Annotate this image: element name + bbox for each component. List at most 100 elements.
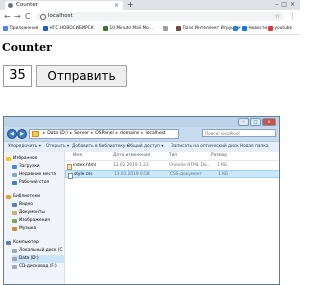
breadcrumb-item[interactable]: localhost xyxy=(146,130,166,138)
nav-label: Видео xyxy=(19,202,33,207)
explorer-back-button[interactable]: ◀ xyxy=(7,129,17,139)
open-menu[interactable]: Открыть ▾ xyxy=(46,142,69,152)
column-size[interactable]: Размер xyxy=(211,152,227,160)
site-icon xyxy=(163,26,168,31)
bookmark-label: Новости xyxy=(248,26,268,31)
breadcrumb-separator: ▸ xyxy=(69,131,73,136)
nav-item-libraries[interactable]: Библиотеки xyxy=(6,193,40,201)
nav-item-video[interactable]: Видео xyxy=(12,201,33,209)
forward-button[interactable]: → xyxy=(14,10,21,23)
news-icon xyxy=(242,26,247,31)
close-tab-icon[interactable]: × xyxy=(114,1,119,10)
drive-icon xyxy=(12,249,17,253)
tab-title: Counter xyxy=(16,2,38,8)
explorer-window: – □ × ◀ ▶ ▸ Data (D:) ▸ Server ▸ OSPanel… xyxy=(3,116,280,285)
breadcrumb-item[interactable]: Server xyxy=(74,130,89,138)
bookmark-item[interactable]: Пазл Интеллект Игрушки xyxy=(176,23,241,34)
breadcrumb-item[interactable]: domains xyxy=(120,130,139,138)
pictures-icon xyxy=(12,219,17,223)
file-type: CSS-документ xyxy=(170,172,202,177)
bookmark-star-icon[interactable]: ☆ xyxy=(275,12,280,21)
minimize-button[interactable]: – xyxy=(238,118,249,126)
file-name: index.html xyxy=(73,163,96,168)
site-icon xyxy=(103,26,108,31)
breadcrumb-item[interactable]: Data (D:) xyxy=(47,130,68,138)
back-button[interactable]: ← xyxy=(4,10,11,23)
file-row[interactable]: style.css 13.01.2019 0:58 CSS-документ 1… xyxy=(65,170,279,179)
counter-value: 35 xyxy=(3,65,32,87)
tab-counter[interactable]: Counter × xyxy=(5,1,123,10)
organize-menu[interactable]: Упорядочить ▾ xyxy=(8,142,41,152)
window-controls[interactable]: –□× xyxy=(275,0,298,10)
nav-item-data-d[interactable]: Data (D:) xyxy=(12,255,64,263)
file-date: 13.01.2019 0:58 xyxy=(114,172,150,177)
nav-item-documents[interactable]: Документы xyxy=(12,209,45,217)
apps-icon xyxy=(3,26,8,31)
explorer-search-input[interactable]: Поиск: localhost xyxy=(202,129,276,137)
bookmark-item[interactable] xyxy=(233,23,240,34)
nav-item-computer[interactable]: Компьютер xyxy=(6,239,39,247)
bookmark-item[interactable]: youtube xyxy=(268,23,292,34)
site-icon xyxy=(176,26,181,31)
nav-item-downloads[interactable]: Загрузки xyxy=(12,163,40,171)
explorer-titlebar[interactable]: – □ × xyxy=(4,117,279,127)
browser-menu-button[interactable]: ⋮ xyxy=(289,10,296,23)
close-button[interactable]: × xyxy=(262,118,276,126)
breadcrumb-separator: ▸ xyxy=(141,131,144,136)
maximize-button[interactable]: □ xyxy=(250,118,261,126)
column-name[interactable]: Имя xyxy=(73,152,82,160)
breadcrumb-separator: ▸ xyxy=(43,131,46,136)
new-folder-button[interactable]: Новая папка xyxy=(240,142,268,152)
site-icon xyxy=(43,26,48,31)
submit-button[interactable]: Отправить xyxy=(36,65,127,87)
column-type[interactable]: Тип xyxy=(169,152,177,160)
file-row[interactable]: index.html 13.01.2019 1:23 Chrome HTML D… xyxy=(65,162,279,170)
address-bar[interactable]: localhost ☆ xyxy=(36,12,284,21)
column-header-row: Имя Дата изменения Тип Размер xyxy=(65,152,279,161)
nav-item-cd-drive-f[interactable]: CD-дисковод (F:) xyxy=(12,263,57,271)
add-to-library-menu[interactable]: Добавить в библиотеку ▾ xyxy=(72,142,129,152)
reload-button[interactable]: C xyxy=(25,10,31,23)
nav-label: Библиотеки xyxy=(13,194,41,199)
nav-label: Загрузки xyxy=(19,164,40,169)
nav-item-pictures[interactable]: Изображения xyxy=(12,217,50,225)
nav-item-local-disk-c[interactable]: Локальный диск (C xyxy=(12,247,63,255)
desktop-icon xyxy=(12,181,17,185)
file-name: style.css xyxy=(74,172,93,177)
column-date-modified[interactable]: Дата изменения xyxy=(113,152,150,160)
explorer-forward-button[interactable]: ▶ xyxy=(17,129,27,139)
new-tab-button[interactable]: + xyxy=(127,0,134,10)
nav-label: Data (D:) xyxy=(19,256,39,261)
page-title: Counter xyxy=(2,41,52,54)
burn-button[interactable]: Записать на оптический диск xyxy=(171,142,239,152)
browser-toolbar: ← → C localhost ☆ ⋮ xyxy=(0,10,300,23)
folder-icon xyxy=(32,131,39,137)
bookmarks-bar: Приложения НГС.НОВОСИБИРСК 10 Minute Mai… xyxy=(0,23,300,35)
bookmark-label: youtube xyxy=(274,26,293,31)
file-size: 1 КБ xyxy=(218,172,229,177)
bookmark-item[interactable]: НГС.НОВОСИБИРСК xyxy=(43,23,94,34)
video-icon xyxy=(12,203,17,207)
file-date: 13.01.2019 1:23 xyxy=(113,163,149,168)
bookmark-item[interactable] xyxy=(163,23,170,34)
documents-icon xyxy=(12,211,17,215)
bookmark-item[interactable]: Приложения xyxy=(3,23,38,34)
nav-item-desktop[interactable]: Рабочий стол xyxy=(12,179,49,187)
recent-places-icon xyxy=(12,173,17,177)
info-icon[interactable] xyxy=(40,14,46,20)
browser-tab-strip: Counter × + –□× xyxy=(0,0,300,10)
bookmark-label: Пазл Интеллект Игрушки xyxy=(182,26,241,31)
nav-item-music[interactable]: Музыка xyxy=(12,225,36,233)
explorer-address-bar[interactable]: ▸ Data (D:) ▸ Server ▸ OSPanel ▸ domains… xyxy=(29,129,179,139)
nav-item-favorites[interactable]: Избранное xyxy=(6,155,37,163)
explorer-window-buttons: – □ × xyxy=(237,118,276,126)
nav-label: Избранное xyxy=(13,156,38,161)
nav-item-recent-places[interactable]: Недавние места xyxy=(12,171,56,179)
bookmark-item[interactable]: 10 Minute Mail Mo... xyxy=(103,23,153,34)
breadcrumb-item[interactable]: OSPanel xyxy=(95,130,114,138)
nav-label: CD-дисковод (F:) xyxy=(19,264,57,269)
share-menu[interactable]: Общий доступ ▾ xyxy=(127,142,163,152)
bookmark-item[interactable]: Новости xyxy=(242,23,267,34)
downloads-icon xyxy=(12,165,17,169)
bookmark-label: Приложения xyxy=(9,26,39,31)
